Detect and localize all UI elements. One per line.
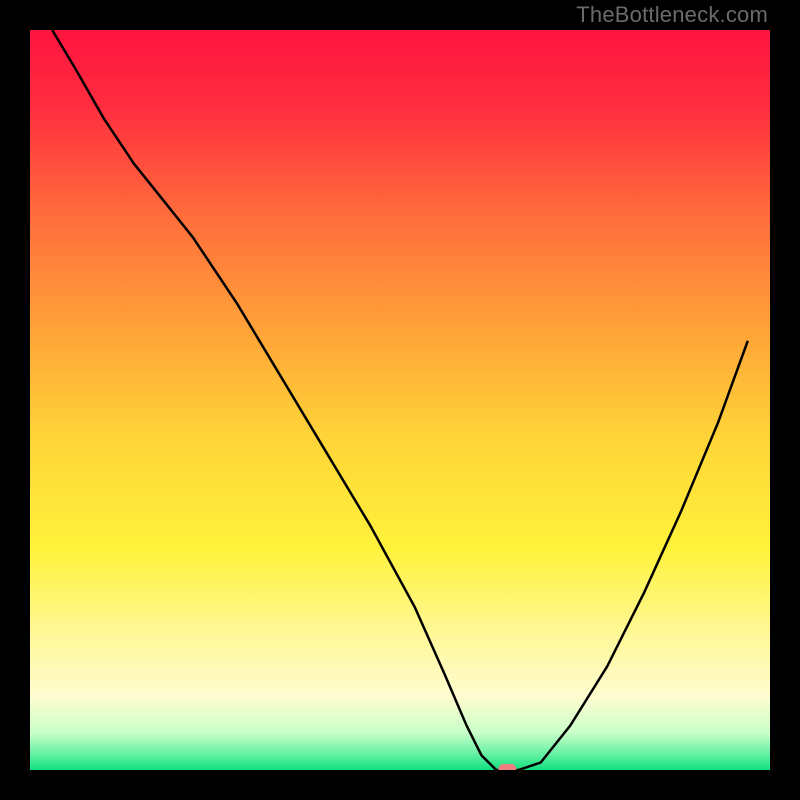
watermark-text: TheBottleneck.com bbox=[576, 2, 768, 28]
chart-svg bbox=[30, 30, 770, 770]
target-marker bbox=[498, 764, 516, 770]
gradient-background bbox=[30, 30, 770, 770]
plot-area bbox=[30, 30, 770, 770]
chart-container: TheBottleneck.com bbox=[0, 0, 800, 800]
